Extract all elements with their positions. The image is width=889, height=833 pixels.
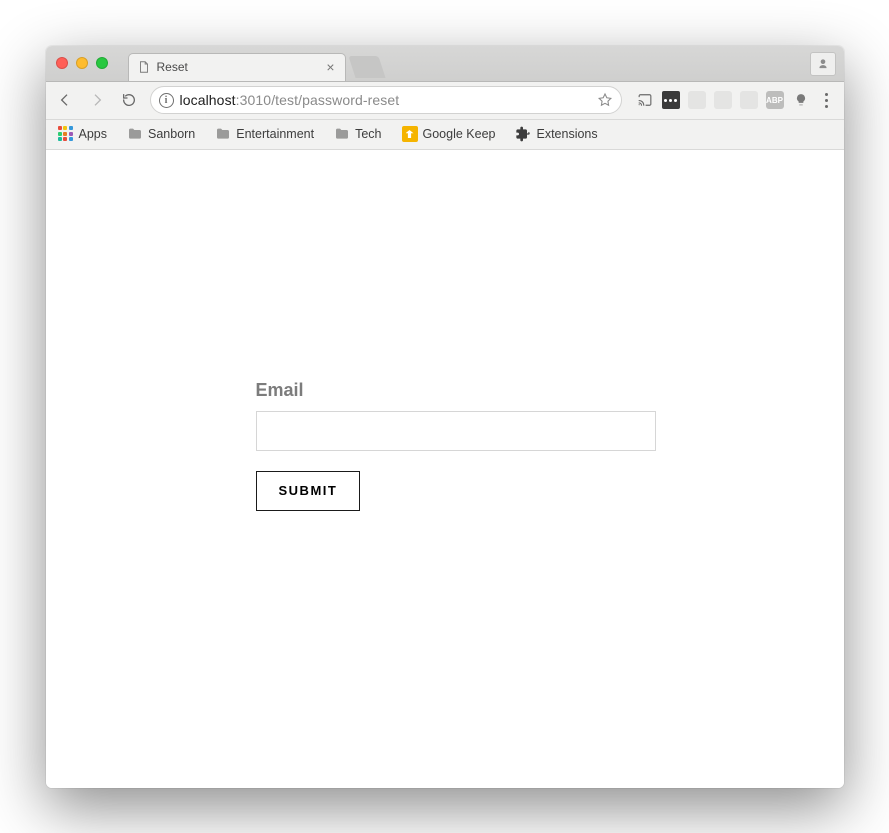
reload-button[interactable] (118, 89, 140, 111)
chrome-menu-button[interactable] (818, 93, 836, 108)
bookmark-label: Tech (355, 127, 381, 141)
bookmarks-bar: Apps Sanborn Entertainment Tech Google K… (46, 120, 844, 150)
bookmark-folder-sanborn[interactable]: Sanborn (123, 124, 199, 144)
page-icon (137, 60, 151, 74)
cast-icon[interactable] (636, 91, 654, 109)
maximize-window-button[interactable] (96, 57, 108, 69)
bookmark-label: Entertainment (236, 127, 314, 141)
password-reset-form: Email SUBMIT (256, 380, 656, 511)
extension-icon[interactable] (688, 91, 706, 109)
bookmark-extensions[interactable]: Extensions (511, 124, 601, 144)
bookmark-folder-entertainment[interactable]: Entertainment (211, 124, 318, 144)
bookmark-label: Extensions (536, 127, 597, 141)
browser-window: Reset × i localhost:3010/test/password-r… (46, 46, 844, 788)
address-bar[interactable]: i localhost:3010/test/password-reset (150, 86, 622, 114)
window-controls (56, 57, 108, 69)
forward-button[interactable] (86, 89, 108, 111)
browser-tab[interactable]: Reset × (128, 53, 346, 81)
close-tab-button[interactable]: × (324, 59, 336, 75)
bookmark-label: Apps (79, 127, 108, 141)
folder-icon (127, 126, 143, 142)
abp-icon[interactable] (766, 91, 784, 109)
puzzle-icon (515, 126, 531, 142)
folder-icon (334, 126, 350, 142)
bookmark-label: Sanborn (148, 127, 195, 141)
url-path: :3010/test/password-reset (236, 92, 400, 108)
url-host: localhost (180, 92, 236, 108)
keep-icon (402, 126, 418, 142)
extension-icon[interactable] (792, 91, 810, 109)
tab-title: Reset (157, 60, 325, 74)
toolbar: i localhost:3010/test/password-reset (46, 82, 844, 120)
email-field[interactable] (256, 411, 656, 451)
minimize-window-button[interactable] (76, 57, 88, 69)
email-label: Email (256, 380, 656, 401)
url-text: localhost:3010/test/password-reset (180, 92, 591, 108)
new-tab-button[interactable] (348, 56, 385, 78)
tab-strip: Reset × (46, 46, 844, 82)
bookmark-star-icon[interactable] (597, 92, 613, 108)
bookmark-google-keep[interactable]: Google Keep (398, 124, 500, 144)
bookmarks-apps[interactable]: Apps (54, 124, 112, 144)
site-info-icon[interactable]: i (159, 93, 174, 108)
submit-button[interactable]: SUBMIT (256, 471, 361, 511)
back-button[interactable] (54, 89, 76, 111)
extension-icon[interactable] (740, 91, 758, 109)
extension-icon[interactable] (662, 91, 680, 109)
extension-icons (632, 91, 836, 109)
profile-button[interactable] (810, 52, 836, 76)
page-viewport: Email SUBMIT (46, 150, 844, 788)
bookmark-folder-tech[interactable]: Tech (330, 124, 385, 144)
apps-icon (58, 126, 74, 142)
extension-icon[interactable] (714, 91, 732, 109)
folder-icon (215, 126, 231, 142)
bookmark-label: Google Keep (423, 127, 496, 141)
close-window-button[interactable] (56, 57, 68, 69)
